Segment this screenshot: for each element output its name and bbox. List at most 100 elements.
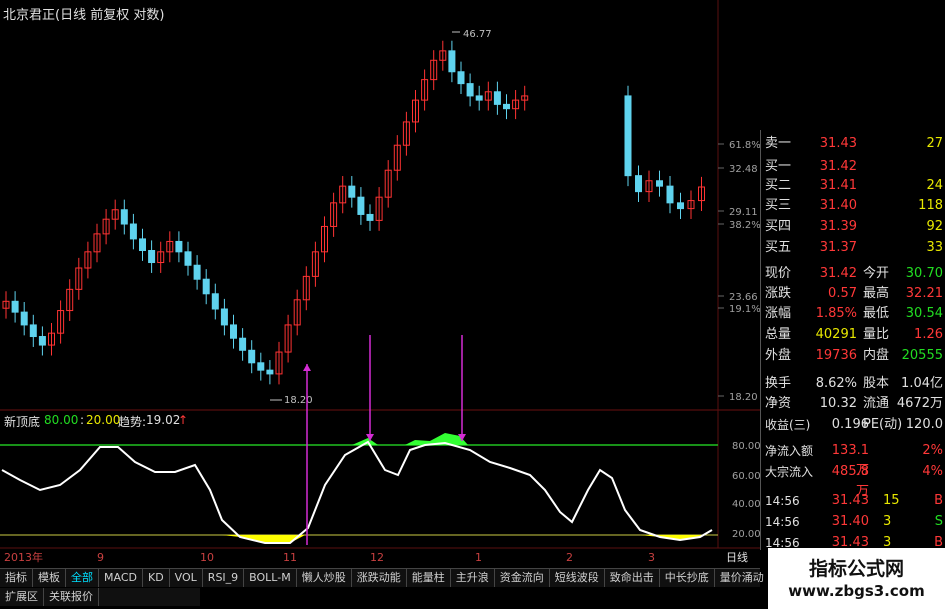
candle-body [175, 240, 183, 253]
indicator-tab[interactable]: 致命出击 [605, 569, 660, 587]
trend-arrow-icon: ↑ [178, 413, 189, 427]
quote-value-2: 1.04亿 [901, 376, 943, 391]
quote-row: 总量 40291 量比 1.26 [765, 325, 945, 345]
quote-label: 涨幅 [765, 306, 792, 321]
quote-label-2: 流通 [863, 396, 890, 411]
indicator-tab[interactable]: 量价涌动 [715, 569, 770, 587]
quote-label: 卖一 [765, 136, 792, 151]
indicator-axis-label: 80.00 [732, 441, 760, 452]
quote-label: 净资 [765, 396, 792, 411]
quote-row: 换手 8.62% 股本 1.04亿 [765, 374, 945, 394]
quote-value: 31.37 [819, 240, 857, 255]
candle-body [239, 337, 247, 351]
candle-body [666, 185, 674, 204]
quote-row: 净流入额 133.1万 2% [765, 441, 945, 478]
indicator-tab[interactable]: 能量柱 [407, 569, 451, 587]
quote-row: 外盘 19736 内盘 20555 [765, 346, 945, 366]
quote-value: 1.85% [815, 306, 857, 321]
candle-body [202, 278, 210, 295]
quote-row: 买一 31.42 [765, 157, 945, 177]
quote-value-2: 30.70 [905, 266, 943, 281]
quote-label: 买三 [765, 198, 792, 213]
indicator-tab[interactable]: BOLL-M [244, 569, 297, 587]
quote-value-2: 118 [918, 198, 943, 213]
candle-body [148, 250, 156, 264]
indicator-tab[interactable]: 指标 [0, 569, 33, 587]
indicator-tab[interactable]: VOL [170, 569, 203, 587]
indicator-param-sep: : [80, 413, 85, 427]
x-axis-label: 2013年 [4, 550, 43, 564]
indicator-tab[interactable]: 短线波段 [550, 569, 605, 587]
indicator-tab[interactable]: KD [143, 569, 170, 587]
quote-row: 卖一 31.43 27 [765, 134, 945, 154]
x-axis-label: 3 [648, 551, 655, 564]
candle-body [348, 185, 356, 198]
buy-arrow-icon [303, 364, 311, 371]
indicator-param1: 80.00 [44, 413, 79, 427]
candle-body [257, 362, 265, 371]
indicator-axis-label: 40.00 [732, 499, 760, 510]
quote-label: 外盘 [765, 348, 792, 363]
quote-value-2: 120.0 [905, 417, 943, 432]
indicator-tab[interactable]: 主升浪 [451, 569, 495, 587]
indicator-tab[interactable]: MACD [99, 569, 143, 587]
price-axis-label: 23.66 [729, 292, 758, 303]
quote-row: 涨跌 0.57 最高 32.21 [765, 284, 945, 304]
candle-body [448, 50, 456, 73]
quote-label: 现价 [765, 266, 792, 281]
candle-body [656, 180, 663, 187]
candle-body [20, 311, 28, 326]
quote-value-2: 30.54 [905, 306, 943, 321]
candle-body [11, 300, 19, 313]
indicator-tab[interactable]: 模板 [33, 569, 66, 587]
indicator-tab[interactable]: 中长抄底 [660, 569, 715, 587]
quote-value-2: 33 [926, 240, 943, 255]
quote-value: 31.42 [819, 266, 857, 281]
quote-value: 31.40 [831, 514, 869, 529]
candle-body [677, 202, 684, 210]
candle-body [357, 196, 365, 215]
candle-body [493, 91, 501, 105]
indicator-tab[interactable]: 全部 [66, 569, 99, 587]
quote-label: 买五 [765, 240, 792, 255]
quote-label: 总量 [765, 327, 792, 342]
trend-value: 19.02 [146, 413, 181, 427]
quote-value-2: 1.26 [914, 327, 943, 342]
quote-row: 买三 31.40 118 [765, 196, 945, 216]
price-axis-label: 61.8% [729, 140, 760, 151]
quote-label-2: 最低 [863, 306, 890, 321]
x-axis-label: 11 [283, 551, 297, 564]
candle-body [624, 95, 632, 177]
quote-value: 31.40 [819, 198, 857, 213]
indicator-tab[interactable]: 资金流向 [495, 569, 550, 587]
indicator-axis-label: 60.00 [732, 471, 760, 482]
candle-body [248, 349, 256, 364]
indicator-axis-label: 20.00 [732, 529, 760, 540]
kline-chart[interactable]: 61.8% 32.48 29.11 38.2% 23.6619.1% 18.20 46.77… [0, 0, 760, 565]
quote-value-2: S [934, 514, 943, 529]
quote-label: 涨跌 [765, 286, 792, 301]
quote-row: 收益(三) 0.196 PE(动) 120.0 [765, 415, 945, 435]
x-axis-label: 12 [370, 551, 384, 564]
low-annotation: 18.20 [284, 395, 313, 406]
quote-label-2: 3 [883, 514, 892, 529]
indicator-tab[interactable]: RSI_9 [203, 569, 245, 587]
candle-body [635, 175, 642, 193]
indicator-tab[interactable]: 懒人炒股 [297, 569, 352, 587]
extra-tab[interactable]: 扩展区 [0, 588, 44, 606]
extra-tab[interactable]: 关联报价 [44, 588, 99, 606]
quote-value-2: 27 [926, 136, 943, 151]
quote-panel: 卖一 31.43 27 买一 31.42 买二 31.41 24 买三 31.40 118 买四 31.… [760, 130, 945, 550]
candle-body [457, 71, 465, 85]
quote-value: 0.57 [828, 286, 857, 301]
watermark-url: www.zbgs3.com [788, 582, 925, 600]
indicator-tab[interactable]: 涨跌动能 [352, 569, 407, 587]
quote-label-2: 量比 [863, 327, 890, 342]
x-axis-label: 10 [200, 551, 214, 564]
quote-value-2: 4672万 [896, 396, 943, 411]
trend-label: 趋势: [118, 415, 147, 429]
quote-value-2: 32.21 [905, 286, 943, 301]
x-axis-label: 2 [566, 551, 573, 564]
candle-body [211, 293, 219, 310]
quote-value-2: 2% [922, 443, 943, 458]
